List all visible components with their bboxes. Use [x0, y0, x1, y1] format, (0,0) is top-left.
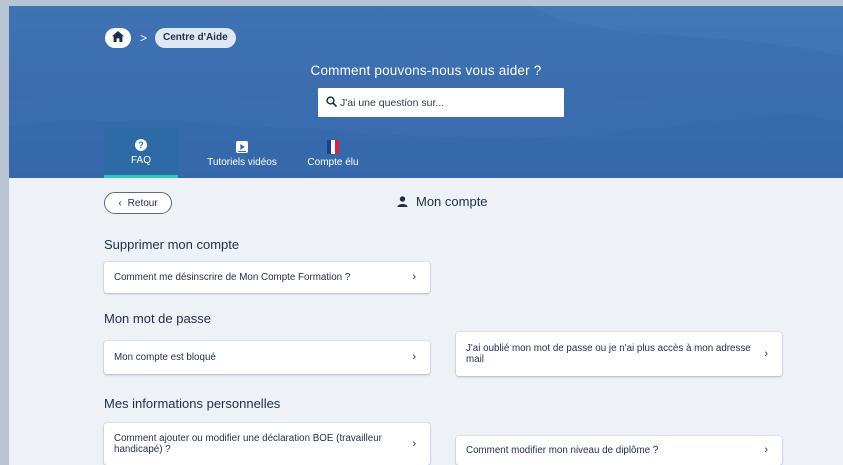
svg-text:?: ? — [138, 140, 144, 150]
question-circle-icon: ? — [135, 137, 147, 153]
video-play-icon — [236, 139, 248, 155]
chevron-left-icon: ‹ — [118, 197, 122, 209]
faq-card-label: J'ai oublié mon mot de passe ou je n'ai … — [466, 343, 751, 365]
faq-card-desinscrire[interactable]: Comment me désinscrire de Mon Compte For… — [104, 262, 430, 293]
breadcrumb-current[interactable]: Centre d'Aide — [155, 28, 236, 48]
tab-tutoriels-videos[interactable]: Tutoriels vidéos — [187, 128, 297, 178]
tab-videos-label: Tutoriels vidéos — [207, 156, 277, 168]
tab-bar: ? FAQ Tutoriels vidéos Compte élu — [104, 128, 369, 178]
section-title-supprimer: Supprimer mon compte — [104, 237, 240, 252]
faq-card-label: Comment ajouter ou modifier une déclarat… — [114, 433, 382, 455]
back-button-label: Retour — [127, 197, 158, 209]
faq-card-label: Comment modifier mon niveau de diplôme ? — [466, 445, 659, 456]
chevron-right-icon: › — [412, 437, 416, 450]
page-heading-label: Mon compte — [416, 194, 488, 209]
help-center-page: > Centre d'Aide Comment pouvons-nous vou… — [9, 6, 843, 465]
faq-card-declaration-boe[interactable]: Comment ajouter ou modifier une déclarat… — [104, 423, 430, 465]
hero-banner: > Centre d'Aide Comment pouvons-nous vou… — [9, 6, 843, 178]
faq-card-compte-bloque[interactable]: Mon compte est bloqué › — [104, 341, 430, 374]
faq-card-niveau-diplome[interactable]: Comment modifier mon niveau de diplôme ?… — [456, 436, 782, 465]
tab-compte-elu[interactable]: Compte élu — [297, 128, 369, 178]
faq-card-oubli-mot-de-passe[interactable]: J'ai oublié mon mot de passe ou je n'ai … — [456, 332, 782, 376]
chevron-right-icon: › — [412, 351, 416, 363]
search-input[interactable] — [340, 96, 555, 109]
breadcrumb-separator: > — [140, 31, 148, 45]
french-flag-icon — [327, 139, 339, 155]
user-icon — [397, 196, 408, 207]
faq-card-label: Comment me désinscrire de Mon Compte For… — [114, 272, 351, 283]
tab-faq[interactable]: ? FAQ — [104, 128, 178, 178]
tab-elu-label: Compte élu — [307, 156, 359, 168]
chevron-right-icon: › — [764, 444, 768, 456]
section-title-mot-de-passe: Mon mot de passe — [104, 311, 211, 326]
chevron-right-icon: › — [764, 347, 768, 360]
search-box[interactable] — [318, 88, 564, 117]
hero-title: Comment pouvons-nous vous aider ? — [310, 63, 542, 78]
search-icon — [326, 94, 337, 112]
chevron-right-icon: › — [412, 271, 416, 283]
breadcrumb-home[interactable] — [105, 28, 131, 48]
tab-faq-label: FAQ — [130, 155, 151, 166]
main-content: ‹ Retour Mon compte Supprimer mon compte… — [9, 178, 843, 465]
home-icon — [112, 29, 124, 47]
back-button[interactable]: ‹ Retour — [104, 192, 172, 214]
page-heading: Mon compte — [397, 194, 488, 209]
section-title-infos-perso: Mes informations personnelles — [104, 396, 281, 411]
faq-card-label: Mon compte est bloqué — [114, 352, 216, 363]
breadcrumb: > Centre d'Aide — [105, 28, 236, 48]
